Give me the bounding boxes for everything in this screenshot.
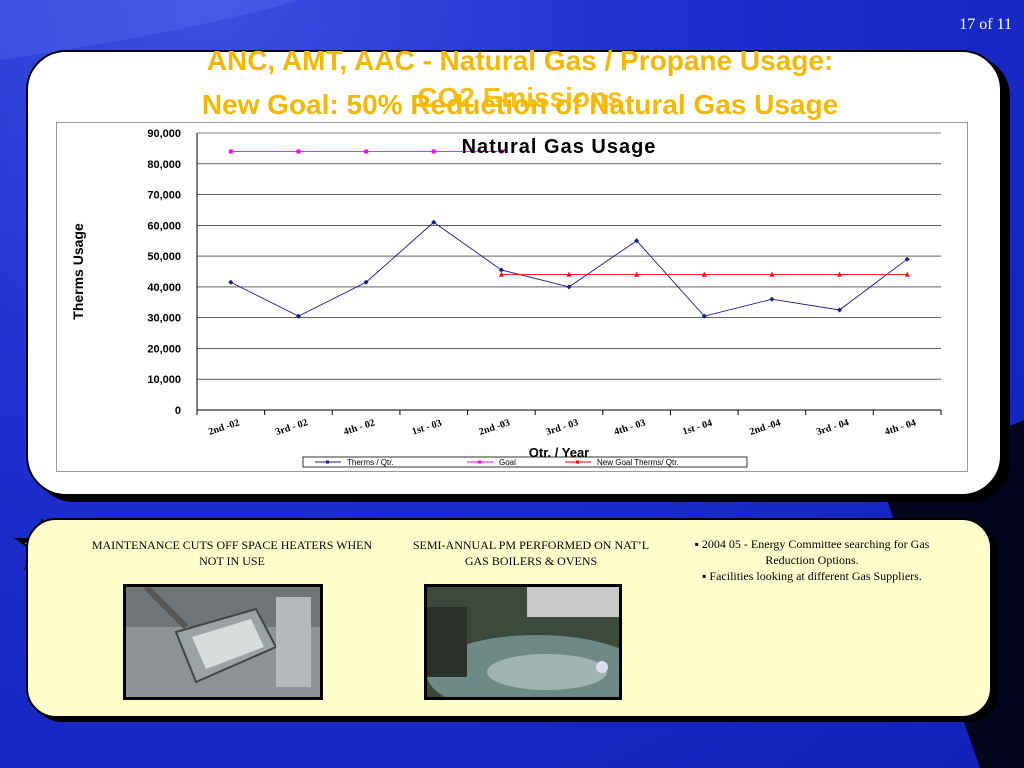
x-tick-label: 2nd -04	[748, 417, 782, 437]
data-point	[837, 271, 843, 277]
x-tick-label: 4th - 03	[613, 417, 647, 437]
y-tick-label: 40,000	[147, 282, 181, 294]
y-axis-label: Therms Usage	[70, 223, 86, 320]
data-point	[431, 149, 436, 154]
x-tick-label: 4th - 02	[342, 417, 376, 437]
data-point	[634, 271, 640, 277]
y-tick-label: 20,000	[147, 343, 181, 355]
boiler-photo	[424, 584, 622, 700]
data-point	[498, 271, 504, 277]
legend-marker	[576, 460, 579, 464]
x-tick-label: 2nd -02	[207, 417, 241, 437]
data-point	[769, 296, 775, 302]
space-heater-photo	[123, 584, 323, 700]
slide-title-line2: New Goal: 50% Reduction of Natural Gas U…	[201, 89, 839, 120]
x-tick-label: 3rd - 02	[274, 417, 309, 438]
data-point	[904, 271, 910, 277]
y-tick-label: 10,000	[147, 374, 181, 386]
x-tick-label: 3rd - 03	[545, 417, 580, 438]
caption-space-heaters: MAINTENANCE CUTS OFF SPACE HEATERS WHEN …	[91, 538, 373, 568]
x-tick-label: 3rd - 04	[815, 417, 850, 438]
y-tick-label: 90,000	[147, 128, 181, 140]
y-tick-label: 30,000	[147, 313, 181, 325]
x-tick-label: 1st - 03	[411, 418, 443, 438]
series-line	[230, 221, 908, 317]
slide-title-line1: ANC, AMT, AAC - Natural Gas / Propane Us…	[206, 45, 834, 76]
data-point	[566, 271, 572, 277]
x-tick-label: 2nd -03	[478, 417, 512, 437]
legend-marker	[326, 460, 329, 464]
x-tick-label: 1st - 04	[681, 418, 713, 438]
natural-gas-usage-chart: 0 10,000 20,000 30,000 40,000 50,000 60,000 70,…	[70, 128, 942, 468]
chart-title: Natural Gas Usage	[462, 136, 657, 158]
notes-list: ▪ 2004 05 - Energy Committee searching f…	[676, 536, 948, 584]
data-point	[769, 271, 775, 277]
y-tick-label: 60,000	[147, 220, 181, 232]
data-point	[296, 149, 301, 154]
legend-label: Therms / Qtr.	[347, 458, 394, 467]
note-item: ▪ Facilities looking at different Gas Su…	[702, 569, 922, 583]
data-point	[364, 149, 369, 154]
data-point	[701, 271, 707, 277]
y-tick-label: 0	[175, 405, 181, 417]
x-tick-label: 4th - 04	[883, 417, 917, 437]
data-point	[566, 284, 572, 290]
y-tick-label: 70,000	[147, 190, 181, 202]
note-item: ▪ 2004 05 - Energy Committee searching f…	[694, 537, 930, 567]
chart-container: 0 10,000 20,000 30,000 40,000 50,000 60,000 70,…	[56, 122, 968, 472]
data-point	[228, 149, 233, 154]
legend-marker	[478, 460, 481, 464]
caption-boilers-ovens: SEMI-ANNUAL PM PERFORMED ON NAT’L GAS BO…	[412, 538, 650, 568]
legend-label: Goal	[499, 458, 516, 467]
data-point	[228, 279, 234, 285]
y-tick-label: 50,000	[147, 251, 181, 263]
legend-label: New Goal Therms/ Qtr.	[597, 458, 679, 467]
y-tick-label: 80,000	[147, 159, 181, 171]
page-number: 17 of 11	[959, 16, 1012, 33]
